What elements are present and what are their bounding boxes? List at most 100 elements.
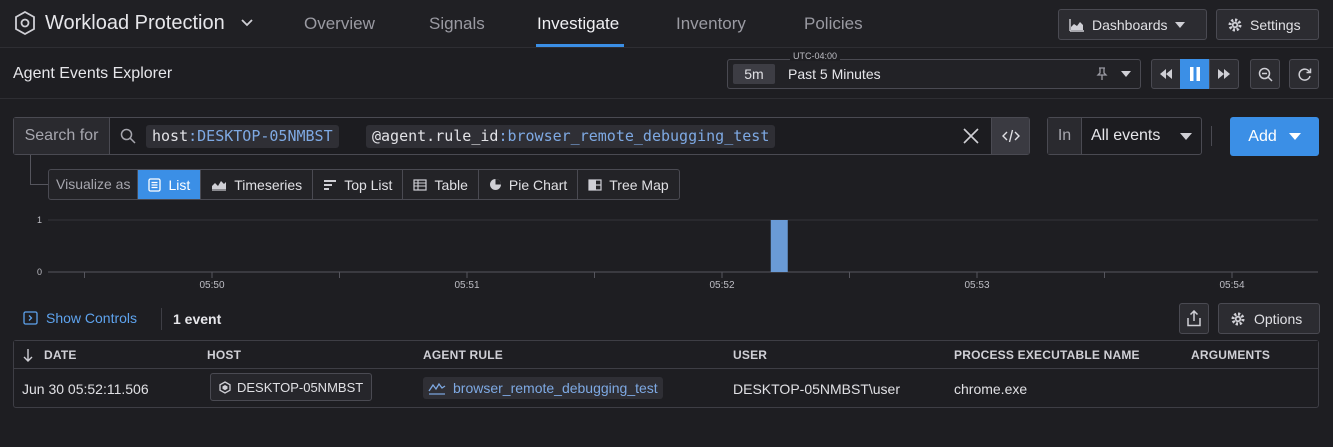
column-header-user[interactable]: USER <box>733 348 767 362</box>
gear-icon <box>1231 312 1245 325</box>
clear-search-icon[interactable] <box>962 127 980 145</box>
rewind-icon <box>1160 69 1172 79</box>
divider <box>161 308 162 330</box>
gear-icon <box>1228 18 1242 31</box>
area-chart-icon <box>1069 18 1084 32</box>
x-tick-label: 05:50 <box>199 280 224 291</box>
events-table: DATE HOST AGENT RULE USER PROCESS EXECUT… <box>13 340 1319 408</box>
rule-signal-icon <box>428 382 446 395</box>
code-icon <box>1001 129 1020 143</box>
event-count: 1 event <box>173 311 222 327</box>
viz-option-list[interactable]: List <box>137 170 201 199</box>
caret-down-icon <box>1174 21 1185 28</box>
caret-down-icon <box>1288 133 1301 140</box>
visualize-as-label: Visualize as <box>56 176 131 192</box>
column-header-host[interactable]: HOST <box>207 348 241 362</box>
connector-line <box>30 155 49 185</box>
top-nav: Workload Protection Overview Signals Inv… <box>0 0 1333 48</box>
viz-option-label: Pie Chart <box>508 176 568 193</box>
in-label: In <box>1048 118 1082 154</box>
pie-chart-icon <box>489 179 501 190</box>
refresh-button[interactable] <box>1289 59 1319 89</box>
x-tick-label: 05:52 <box>709 280 734 291</box>
pause-icon <box>1190 67 1200 81</box>
event-histogram: 1 0 05:50 05:51 05:52 05:53 05:54 <box>37 215 1318 291</box>
list-icon <box>148 177 162 192</box>
search-for-label: Search for <box>14 118 110 154</box>
caret-down-icon <box>1180 133 1192 140</box>
panel-expand-icon <box>23 311 38 325</box>
column-header-agent-rule[interactable]: AGENT RULE <box>423 348 503 362</box>
zoom-out-icon <box>1258 67 1273 82</box>
time-range-selector[interactable]: 5m Past 5 Minutes <box>727 59 1141 89</box>
viz-option-label: Top List <box>344 176 393 193</box>
search-bar[interactable]: Search for host:DESKTOP-05NMBST @agent.r… <box>13 117 1030 155</box>
tab-signals[interactable]: Signals <box>429 14 485 34</box>
product-title: Workload Protection <box>45 11 225 34</box>
host-icon <box>219 380 231 394</box>
host-chip[interactable]: DESKTOP-05NMBST <box>210 373 373 401</box>
toplist-icon <box>324 179 337 190</box>
x-tick-label: 05:54 <box>1219 280 1244 291</box>
tab-overview[interactable]: Overview <box>304 14 375 34</box>
export-button[interactable] <box>1179 303 1209 334</box>
fast-forward-icon <box>1218 69 1230 79</box>
pause-button[interactable] <box>1180 59 1210 89</box>
dashboards-button[interactable]: Dashboards <box>1058 9 1207 40</box>
timezone-label: UTC-04:00 <box>790 51 841 61</box>
settings-button[interactable]: Settings <box>1216 9 1319 40</box>
histogram-bar <box>770 220 788 272</box>
viz-option-label: Table <box>434 176 468 193</box>
query-code-button[interactable] <box>991 118 1029 154</box>
timeseries-icon <box>212 181 227 191</box>
y-tick-label: 1 <box>37 215 42 225</box>
options-label: Options <box>1254 310 1303 327</box>
show-controls-label: Show Controls <box>46 310 138 326</box>
column-header-arguments[interactable]: ARGUMENTS <box>1191 348 1270 362</box>
caret-down-icon <box>1121 71 1131 77</box>
page-title: Agent Events Explorer <box>13 65 173 82</box>
step-forward-button[interactable] <box>1209 59 1239 89</box>
chevron-down-icon <box>241 19 253 27</box>
tab-investigate[interactable]: Investigate <box>537 14 619 34</box>
column-header-process[interactable]: PROCESS EXECUTABLE NAME <box>954 348 1140 362</box>
cell-date: Jun 30 05:52:11.506 <box>22 381 149 397</box>
time-range-label: Past 5 Minutes <box>788 66 881 82</box>
query-term-host[interactable]: host:DESKTOP-05NMBST <box>146 125 339 148</box>
viz-option-table[interactable]: Table <box>402 170 477 199</box>
search-icon <box>120 128 136 144</box>
product-switcher[interactable]: Workload Protection <box>14 11 254 35</box>
zoom-out-button[interactable] <box>1250 59 1280 89</box>
y-tick-label: 0 <box>37 267 42 277</box>
query-term-rule-id[interactable]: @agent.rule_id:browser_remote_debugging_… <box>366 125 776 148</box>
viz-option-pie-chart[interactable]: Pie Chart <box>477 170 577 199</box>
tab-policies[interactable]: Policies <box>804 14 863 34</box>
add-button[interactable]: Add <box>1230 117 1319 156</box>
cell-process: chrome.exe <box>954 381 1028 397</box>
divider <box>1211 126 1212 146</box>
viz-option-label: Timeseries <box>234 176 303 193</box>
options-button[interactable]: Options <box>1218 303 1320 334</box>
show-controls-link[interactable]: Show Controls <box>23 310 137 326</box>
dashboards-label: Dashboards <box>1092 16 1168 33</box>
agent-rule-chip[interactable]: browser_remote_debugging_test <box>423 377 663 399</box>
active-tab-indicator <box>536 44 624 47</box>
tab-inventory[interactable]: Inventory <box>676 14 746 34</box>
viz-option-label: List <box>168 176 191 193</box>
viz-option-tree-map[interactable]: Tree Map <box>577 170 678 199</box>
step-back-button[interactable] <box>1151 59 1181 89</box>
table-icon <box>413 178 428 191</box>
event-index-select[interactable]: In All events <box>1047 117 1202 155</box>
cell-agent-rule: browser_remote_debugging_test <box>453 380 658 396</box>
sort-descending-icon[interactable] <box>23 348 33 362</box>
x-tick-label: 05:51 <box>454 280 479 291</box>
visualize-as-toolbar: Visualize as List Timeseries Top List Ta… <box>48 169 680 200</box>
pin-icon[interactable] <box>1096 67 1108 81</box>
shield-icon <box>15 11 35 35</box>
refresh-icon <box>1297 67 1311 81</box>
viz-option-top-list[interactable]: Top List <box>312 170 402 199</box>
column-header-date[interactable]: DATE <box>44 348 77 362</box>
table-header: DATE HOST AGENT RULE USER PROCESS EXECUT… <box>14 341 1318 369</box>
viz-option-timeseries[interactable]: Timeseries <box>200 170 312 199</box>
export-icon <box>1187 310 1201 327</box>
